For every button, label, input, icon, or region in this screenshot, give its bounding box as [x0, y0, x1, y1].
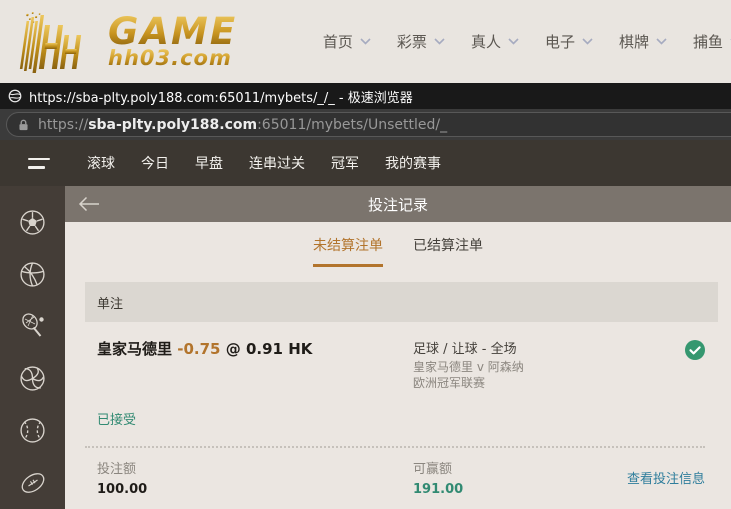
chevron-down-icon [434, 38, 445, 45]
logo-text: GAME hh03.com [108, 14, 237, 69]
nav-item-live[interactable]: 真人 [471, 31, 519, 52]
page-header: 投注记录 [65, 186, 731, 222]
at-symbol: @ [226, 340, 241, 358]
bet-type-section: 单注 [85, 282, 718, 322]
browser-address-bar: https://sba-plty.poly188.com:65011/mybet… [0, 109, 731, 140]
bet-match: 皇家马德里 v 阿森纳 [413, 359, 684, 375]
nav-item-home[interactable]: 首页 [323, 31, 371, 52]
sport-rail [0, 186, 65, 509]
stake-label: 投注额 [97, 458, 413, 477]
sports-nav-my-events[interactable]: 我的赛事 [372, 153, 454, 173]
nav-item-lottery[interactable]: 彩票 [397, 31, 445, 52]
win-block: 可赢额 191.00 [413, 458, 627, 497]
logo-title: GAME [108, 14, 237, 49]
chevron-down-icon [508, 38, 519, 45]
bet-tabs: 未结算注单 已结算注单 [65, 222, 731, 267]
stake-block: 投注额 100.00 [97, 458, 413, 497]
chevron-down-icon [360, 38, 371, 45]
url-path: :65011/mybets/Unsettled/_ [257, 117, 447, 133]
url-input[interactable]: https://sba-plty.poly188.com:65011/mybet… [6, 112, 731, 137]
bet-handicap: -0.75 [177, 340, 220, 358]
bet-amounts-row: 投注额 100.00 可赢额 191.00 查看投注信息 [97, 458, 705, 497]
tennis-icon[interactable] [0, 300, 65, 352]
sports-nav-parlay[interactable]: 连串过关 [236, 153, 318, 173]
menu-icon[interactable] [28, 158, 50, 169]
url-domain: sba-plty.poly188.com [88, 117, 257, 133]
page-title: 投注记录 [368, 194, 428, 215]
window-title: https://sba-plty.poly188.com:65011/mybet… [29, 87, 413, 106]
back-arrow-icon[interactable] [78, 196, 100, 212]
tab-settled[interactable]: 已结算注单 [413, 235, 483, 267]
sports-nav-inplay[interactable]: 滚球 [74, 153, 128, 173]
divider [85, 446, 705, 448]
lock-icon [18, 118, 29, 132]
nav-item-electronic[interactable]: 电子 [545, 31, 593, 52]
tab-unsettled[interactable]: 未结算注单 [313, 235, 383, 267]
accepted-check-icon [684, 339, 706, 365]
chevron-down-icon [656, 38, 667, 45]
section-label: 单注 [97, 293, 123, 312]
nav-item-chess[interactable]: 棋牌 [619, 31, 667, 52]
logo-subtitle: hh03.com [108, 49, 237, 69]
site-header: GAME hh03.com 首页 彩票 真人 电子 棋牌 捕鱼 [0, 0, 731, 83]
bet-info: 足球 / 让球 - 全场 皇家马德里 v 阿森纳 欧洲冠军联赛 [413, 338, 684, 391]
bet-status: 已接受 [97, 409, 731, 428]
bet-record: 皇家马德里 -0.75 @ 0.91 HK 足球 / 让球 - 全场 皇家马德里… [97, 338, 718, 391]
sports-nav-today[interactable]: 今日 [128, 153, 182, 173]
sports-nav-outright[interactable]: 冠军 [318, 153, 372, 173]
volleyball-icon[interactable] [0, 353, 65, 405]
win-label: 可赢额 [413, 458, 627, 477]
nav-item-fishing[interactable]: 捕鱼 [693, 31, 731, 52]
soccer-icon[interactable] [0, 196, 65, 248]
sports-nav: 滚球 今日 早盘 连串过关 冠军 我的赛事 [0, 140, 731, 186]
american-football-icon[interactable] [0, 457, 65, 509]
chevron-down-icon [582, 38, 593, 45]
site-logo[interactable]: GAME hh03.com [0, 11, 237, 73]
bet-selection-line: 皇家马德里 -0.75 @ 0.91 HK [97, 338, 413, 359]
hh-monogram-icon [12, 11, 104, 73]
bet-league: 欧洲冠军联赛 [413, 375, 684, 391]
win-value: 191.00 [413, 482, 627, 497]
site-nav: 首页 彩票 真人 电子 棋牌 捕鱼 [323, 31, 731, 52]
main-region: 投注记录 未结算注单 已结算注单 单注 皇家马德里 -0.75 @ 0.91 H… [0, 186, 731, 509]
stake-value: 100.00 [97, 482, 413, 497]
sports-nav-early[interactable]: 早盘 [182, 153, 236, 173]
url-text: https://sba-plty.poly188.com:65011/mybet… [38, 117, 447, 133]
basketball-icon[interactable] [0, 248, 65, 300]
globe-icon [8, 89, 22, 103]
browser-title-bar: https://sba-plty.poly188.com:65011/mybet… [0, 83, 731, 109]
view-bet-details-link[interactable]: 查看投注信息 [627, 468, 705, 487]
bet-odds: 0.91 HK [246, 340, 312, 358]
baseball-icon[interactable] [0, 405, 65, 457]
url-scheme: https:// [38, 117, 88, 133]
bet-market: 足球 / 让球 - 全场 [413, 338, 684, 357]
bets-page: 投注记录 未结算注单 已结算注单 单注 皇家马德里 -0.75 @ 0.91 H… [65, 186, 731, 509]
bet-selection: 皇家马德里 [97, 340, 172, 358]
